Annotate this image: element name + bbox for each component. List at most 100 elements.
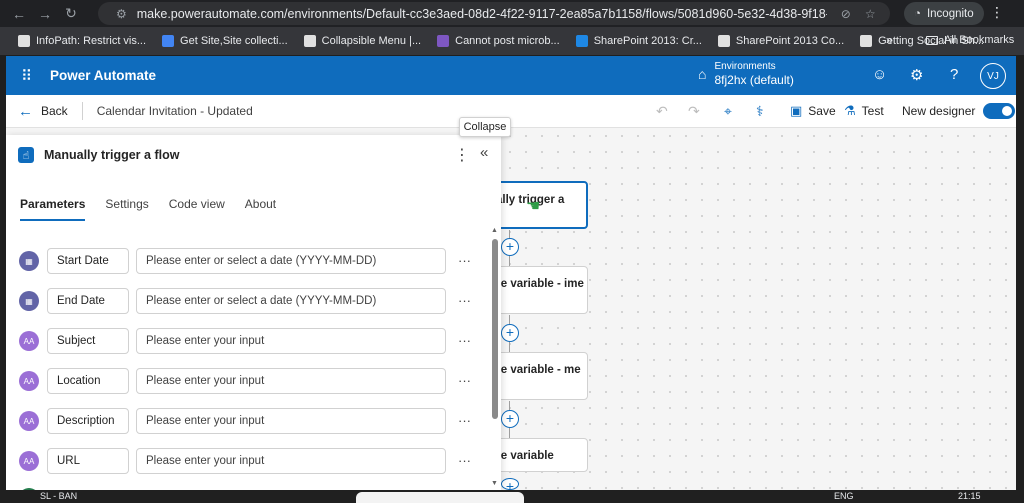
bookmarks-more-icon[interactable]: »	[886, 33, 893, 47]
bookmark-favicon-icon	[18, 35, 30, 47]
row-more-icon[interactable]: ···	[458, 293, 471, 308]
new-designer-toggle[interactable]: New designer	[902, 103, 1016, 119]
undo-icon[interactable]: ↶	[656, 103, 668, 120]
environment-icon: ⌂	[698, 65, 707, 82]
url-input[interactable]: Please enter your input	[136, 448, 446, 474]
browser-menu-icon[interactable]: ⋮	[990, 4, 1004, 21]
parameter-row: AA Location Please enter your input ···	[18, 361, 484, 401]
incognito-badge[interactable]: ◔ Incognito	[904, 2, 984, 25]
taskbar-clock[interactable]: 21:15	[958, 491, 981, 501]
reload-icon[interactable]: ↻	[58, 2, 84, 26]
scroll-down-icon[interactable]: ▼	[491, 480, 498, 487]
all-bookmarks-button[interactable]: All Bookmarks	[926, 34, 1014, 46]
add-step-icon[interactable]: +	[501, 238, 519, 256]
collapse-icon[interactable]: «	[480, 144, 488, 161]
bookmark-label: Collapsible Menu |...	[321, 35, 422, 47]
parameter-label[interactable]: Location	[47, 368, 129, 394]
bookmark-favicon-icon	[860, 35, 873, 47]
add-step-icon[interactable]: +	[501, 478, 519, 490]
tab-code-view[interactable]: Code view	[169, 197, 225, 221]
address-bar[interactable]: ⚙ make.powerautomate.com/environments/De…	[98, 2, 890, 25]
text-type-icon: AA	[19, 371, 39, 391]
environment-name: 8fj2hx (default)	[714, 73, 794, 87]
parameter-label[interactable]: End Date	[47, 288, 129, 314]
parameter-label[interactable]: Subject	[47, 328, 129, 354]
site-info-icon[interactable]: ⚙	[116, 7, 127, 21]
row-more-icon[interactable]: ···	[458, 413, 471, 428]
url-text[interactable]: make.powerautomate.com/environments/Defa…	[137, 7, 827, 21]
tab-parameters[interactable]: Parameters	[20, 197, 86, 221]
parameter-label[interactable]: URL	[47, 448, 129, 474]
save-icon: ▣	[790, 103, 803, 118]
test-button[interactable]: ⚗ Test	[844, 103, 884, 119]
parameter-row: AA Subject Please enter your input ···	[18, 321, 484, 361]
row-more-icon[interactable]: ···	[458, 253, 471, 268]
browser-toolbar: ← → ↻ ⚙ make.powerautomate.com/environme…	[0, 0, 1024, 27]
bookmark-label: Cannot post microb...	[455, 35, 560, 47]
parameter-row: ▦ Start Date Please enter or select a da…	[18, 241, 484, 281]
avatar[interactable]: VJ	[980, 63, 1006, 89]
toggle-switch[interactable]	[983, 103, 1016, 119]
bookmark-item[interactable]: InfoPath: Restrict vis...	[18, 35, 146, 47]
environment-picker[interactable]: ⌂ Environments 8fj2hx (default)	[698, 60, 794, 87]
parameter-label[interactable]: Description	[47, 408, 129, 434]
node-label: ze variable - me	[495, 364, 581, 376]
incognito-label: Incognito	[926, 7, 974, 20]
redo-icon[interactable]: ↷	[688, 103, 700, 120]
bookmark-item[interactable]: Cannot post microb...	[437, 35, 560, 47]
tab-about[interactable]: About	[245, 197, 276, 221]
scroll-up-icon[interactable]: ▲	[491, 227, 498, 234]
parameter-row: AA URL Please enter your input ···	[18, 441, 484, 481]
command-bar: ← Back Calendar Invitation - Updated ↶ ↷…	[6, 95, 1016, 128]
panel-tabs: Parameters Settings Code view About	[20, 197, 296, 221]
smiley-icon[interactable]: ☺	[872, 66, 887, 83]
start-date-input[interactable]: Please enter or select a date (YYYY-MM-D…	[136, 248, 446, 274]
bookmark-item[interactable]: SharePoint 2013: Cr...	[575, 35, 702, 47]
help-icon[interactable]: ?	[950, 66, 958, 83]
forward-arrow-icon[interactable]: →	[32, 2, 58, 26]
taskbar-weather[interactable]: SL - BAN	[40, 491, 77, 501]
end-date-input[interactable]: Please enter or select a date (YYYY-MM-D…	[136, 288, 446, 314]
bookmark-item[interactable]: Collapsible Menu |...	[303, 35, 422, 47]
bookmark-label: SharePoint 2013 Co...	[735, 35, 845, 47]
row-more-icon[interactable]: ···	[458, 453, 471, 468]
description-input[interactable]: Please enter your input	[136, 408, 446, 434]
parameter-label[interactable]: Start Date	[47, 248, 129, 274]
tab-settings[interactable]: Settings	[105, 197, 148, 221]
divider	[81, 102, 83, 120]
subject-input[interactable]: Please enter your input	[136, 328, 446, 354]
bookmark-item[interactable]: Get Site,Site collecti...	[162, 35, 288, 47]
add-step-icon[interactable]: +	[501, 324, 519, 342]
back-button[interactable]: ← Back	[18, 103, 68, 120]
test-label: Test	[861, 104, 884, 118]
flow-checker-icon[interactable]: ⚕	[756, 103, 764, 120]
app-launcher-icon[interactable]: ⠿	[6, 67, 46, 85]
calendar-icon: ▦	[19, 251, 39, 271]
gear-icon[interactable]: ⚙	[910, 66, 923, 84]
panel-scrollbar[interactable]: ▲ ▼	[491, 227, 499, 487]
app-title[interactable]: Power Automate	[50, 68, 156, 83]
back-arrow-icon[interactable]: ←	[6, 2, 32, 26]
eye-off-icon[interactable]: ⊘	[841, 7, 851, 21]
os-taskbar: SL - BAN ENG 21:15	[0, 490, 1024, 503]
incognito-icon: ◔	[914, 7, 921, 20]
bookmarks-bar: InfoPath: Restrict vis... Get Site,Site c…	[0, 27, 1024, 55]
parameter-list: ▦ Start Date Please enter or select a da…	[18, 241, 484, 501]
taskbar-language[interactable]: ENG	[834, 491, 854, 501]
taskbar-search[interactable]	[356, 492, 524, 503]
add-step-icon[interactable]: +	[501, 410, 519, 428]
bookmark-item[interactable]: SharePoint 2013 Co...	[717, 35, 845, 47]
parameter-row: ▦ End Date Please enter or select a date…	[18, 281, 484, 321]
save-button[interactable]: ▣ Save	[790, 103, 836, 119]
star-icon[interactable]: ☆	[865, 7, 876, 21]
text-type-icon: AA	[19, 331, 39, 351]
panel-title[interactable]: Manually trigger a flow	[44, 148, 179, 162]
scrollbar-thumb[interactable]	[492, 239, 498, 419]
more-options-icon[interactable]: ⋮	[454, 145, 470, 165]
location-input[interactable]: Please enter your input	[136, 368, 446, 394]
row-more-icon[interactable]: ···	[458, 373, 471, 388]
flow-name[interactable]: Calendar Invitation - Updated	[97, 104, 253, 118]
row-more-icon[interactable]: ···	[458, 333, 471, 348]
bookmark-favicon-icon	[437, 35, 450, 47]
copilot-icon[interactable]: ⌖	[724, 103, 732, 120]
